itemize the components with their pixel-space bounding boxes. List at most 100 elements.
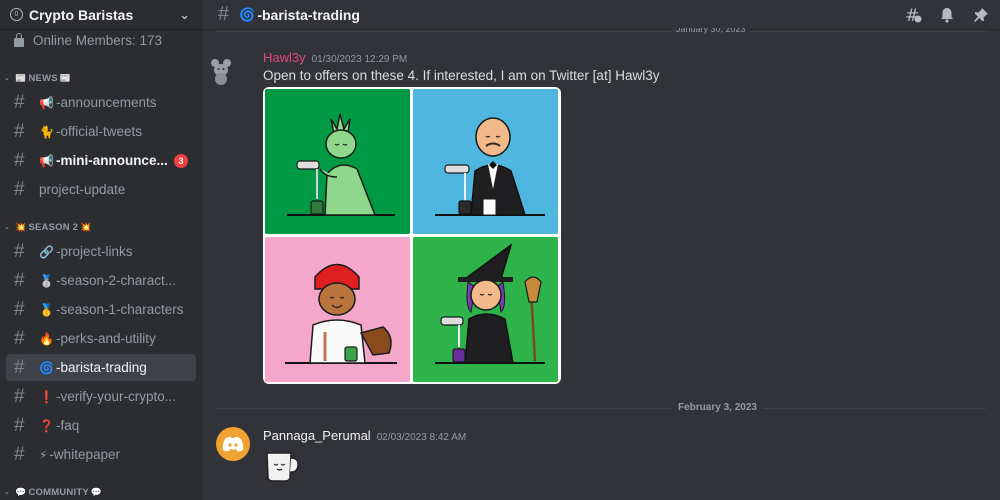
chevron-down-icon[interactable]: ⌄ [179,7,190,23]
mention-badge: 3 [174,153,188,168]
server-badge-icon: 0 [10,8,23,21]
link-icon: 🔗 [39,244,54,259]
channel-whitepaper[interactable]: # ⚡ -whitepaper [6,441,196,468]
channel-label: -whitepaper [49,447,120,462]
hash-icon: # [14,91,25,113]
message-text: Open to offers on these 4. If interested… [263,68,660,83]
newspaper-icon: 📰 [59,72,72,83]
newspaper-icon: 📰 [15,72,27,83]
hash-icon: # [218,3,230,25]
category-label: SEASON 2 [28,221,79,233]
channel-label: -mini-announce... [55,153,168,168]
nft-image-tile[interactable] [265,237,410,382]
channel-perks-and-utility[interactable]: # 🔥 -perks-and-utility [6,325,196,352]
cyclone-icon: 🌀 [39,360,54,375]
lock-icon [14,32,24,47]
category-news[interactable]: ⌄ 📰 NEWS 📰 [4,70,73,86]
server-name: Crypto Baristas [29,6,134,23]
cat-icon: 🐈 [39,124,54,139]
hash-icon: # [14,414,25,436]
cyclone-icon: 🌀 [239,6,256,22]
chevron-down-icon: ⌄ [4,489,11,496]
username[interactable]: Pannaga_Perumal [263,428,371,443]
speech-bubble-icon: 💬 [15,486,27,497]
collision-icon: 💥 [15,221,27,232]
channel-barista-trading[interactable]: # 🌀 -barista-trading [6,354,196,381]
nft-image-tile[interactable] [265,89,410,234]
category-label: COMMUNITY [28,486,89,498]
megaphone-icon: 📢 [39,153,54,168]
channel-sidebar: 0 Crypto Baristas ⌄ Online Members: 173 … [0,0,202,500]
date-divider [216,408,986,409]
hash-icon: # [14,443,25,465]
channel-label: -barista-trading [55,360,147,375]
silver-medal-icon: 🥈 [39,273,54,288]
online-members-channel[interactable]: Online Members: 173 [0,30,202,50]
exclamation-icon: ❗ [39,389,54,404]
channel-label: -verify-your-crypto... [55,389,176,404]
channel-label: -faq [55,418,80,433]
category-season-2[interactable]: ⌄ 💥 SEASON 2 💥 [4,219,94,235]
channel-announcements[interactable]: # 📢 -announcements [6,89,196,116]
channel-label: -perks-and-utility [55,331,156,346]
message-timestamp: 01/30/2023 12:29 PM [311,54,408,65]
hash-icon: # [14,240,25,262]
date-divider-label: February 3, 2023 [672,402,763,413]
message-header: Hawl3y 01/30/2023 12:29 PM [263,50,407,65]
hash-icon: # [14,327,25,349]
channel-label: -season-2-charact... [55,273,177,288]
channel-project-links[interactable]: # 🔗 -project-links [6,238,196,265]
channel-season-1-characters[interactable]: # 🥇 -season-1-characters [6,296,196,323]
fire-icon: 🔥 [39,331,54,346]
hash-icon: # [14,356,25,378]
channel-label: -official-tweets [55,124,142,139]
hash-icon: # [14,385,25,407]
bell-icon[interactable] [938,6,956,24]
channel-label: -project-links [55,244,133,259]
chat-area: # 🌀 -barista-trading # January 30, 2023 … [202,0,1000,500]
channel-project-update[interactable]: # project-update [6,176,196,203]
chevron-down-icon: ⌄ [4,75,11,82]
discord-default-avatar[interactable] [216,427,250,461]
hash-icon: # [14,298,25,320]
channel-verify-your-crypto[interactable]: # ❗ -verify-your-crypto... [6,383,196,410]
pin-icon[interactable] [972,6,990,24]
header-toolbar: # [904,6,990,24]
date-divider-label: January 30, 2023 [672,28,750,34]
question-icon: ❓ [39,418,54,433]
discord-logo-icon [222,436,244,452]
message-header: Pannaga_Perumal 02/03/2023 8:42 AM [263,428,466,443]
coffee-mug-emoji-icon [266,452,299,482]
category-community[interactable]: ⌄ 💬 COMMUNITY 💬 [4,484,104,500]
channel-season-2-characters[interactable]: # 🥈 -season-2-charact... [6,267,196,294]
channel-official-tweets[interactable]: # 🐈 -official-tweets [6,118,196,145]
speech-bubble-icon: 💬 [90,486,103,497]
threads-icon[interactable]: # [904,6,922,24]
chevron-down-icon: ⌄ [4,224,11,231]
message-timestamp: 02/03/2023 8:42 AM [376,432,467,443]
nft-image-tile[interactable] [413,237,558,382]
date-divider [216,31,986,32]
lightning-icon: ⚡ [39,447,48,462]
channel-header: # 🌀 -barista-trading # [202,0,1000,30]
hash-icon: # [14,269,25,291]
channel-label: -announcements [55,95,157,110]
gold-medal-icon: 🥇 [39,302,54,317]
collision-icon: 💥 [80,221,92,232]
channel-faq[interactable]: # ❓ -faq [6,412,196,439]
channel-label: -season-1-characters [55,302,184,317]
hash-icon: # [14,178,25,200]
server-header[interactable]: 0 Crypto Baristas ⌄ [0,0,202,30]
username[interactable]: Hawl3y [263,50,306,65]
nft-image-tile[interactable] [413,89,558,234]
hash-icon: # [14,120,25,142]
image-attachment[interactable] [263,87,561,384]
channel-mini-announcements[interactable]: # 📢 -mini-announce... 3 [6,147,196,174]
hash-icon: # [14,149,25,171]
channel-title: -barista-trading [257,6,360,23]
user-avatar[interactable] [210,57,232,85]
megaphone-icon: 📢 [39,95,54,110]
channel-label: project-update [39,182,126,197]
online-members-label: Online Members: 173 [33,32,163,48]
category-label: NEWS [28,72,58,84]
